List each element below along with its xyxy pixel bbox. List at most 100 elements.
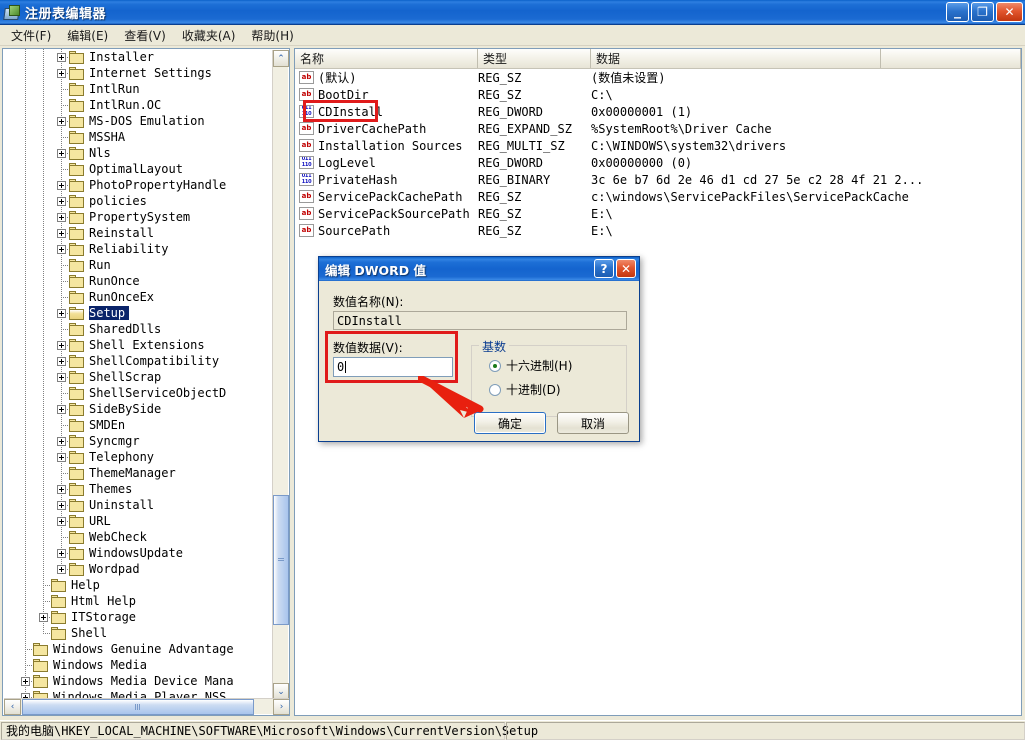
ok-button[interactable]: 确定	[474, 412, 546, 434]
minimize-button[interactable]: _	[946, 2, 969, 22]
column-header-1[interactable]: 类型	[478, 49, 591, 68]
table-row[interactable]: ab DriverCachePath REG_EXPAND_SZ %SystemRoo…	[295, 120, 1021, 137]
tree-node-23[interactable]: SMDEn	[3, 417, 273, 433]
tree-node-30[interactable]: WebCheck	[3, 529, 273, 545]
table-row[interactable]: ab Installation Sources REG_MULTI_SZ C:\WIN…	[295, 137, 1021, 154]
tree-node-16[interactable]: Setup	[3, 305, 273, 321]
tree-scroll-left-button[interactable]: ‹	[4, 699, 21, 715]
table-row[interactable]: ab ServicePackSourcePath REG_SZ E:\	[295, 205, 1021, 222]
tree-node-1[interactable]: Internet Settings	[3, 65, 273, 81]
expand-plus-icon[interactable]	[57, 148, 66, 158]
tree-node-28[interactable]: Uninstall	[3, 497, 273, 513]
tree-node-11[interactable]: Reinstall	[3, 225, 273, 241]
tree-node-21[interactable]: ShellServiceObjectD	[3, 385, 273, 401]
tree-node-24[interactable]: Syncmgr	[3, 433, 273, 449]
dialog-help-button[interactable]: ?	[594, 259, 614, 278]
tree-node-12[interactable]: Reliability	[3, 241, 273, 257]
tree-node-10[interactable]: PropertySystem	[3, 209, 273, 225]
menu-item-0[interactable]: 文件(F)	[3, 25, 59, 46]
table-row[interactable]: ab SourcePath REG_SZ E:\	[295, 222, 1021, 239]
table-row[interactable]: ab BootDir REG_SZ C:\	[295, 86, 1021, 103]
tree-node-37[interactable]: Windows Genuine Advantage	[3, 641, 273, 657]
tree-scroll-right-button[interactable]: ›	[273, 699, 289, 715]
tree-node-15[interactable]: RunOnceEx	[3, 289, 273, 305]
menu-item-3[interactable]: 收藏夹(A)	[174, 25, 244, 46]
tree-node-32[interactable]: Wordpad	[3, 561, 273, 577]
expand-plus-icon[interactable]	[57, 212, 66, 222]
registry-tree-panel[interactable]: Installer Internet Settings IntlRun IntlRun…	[2, 48, 290, 716]
tree-node-26[interactable]: ThemeManager	[3, 465, 273, 481]
expand-plus-icon[interactable]	[57, 340, 66, 350]
table-row[interactable]: 011 110 PrivateHash REG_BINARY 3c 6e b7 6d 2…	[295, 171, 1021, 188]
tree-node-17[interactable]: SharedDlls	[3, 321, 273, 337]
menu-item-4[interactable]: 帮助(H)	[243, 25, 301, 46]
registry-values-list[interactable]: ab (默认) REG_SZ (数值未设置) ab BootDir REG_SZ C:\ 011…	[295, 69, 1021, 239]
tree-node-13[interactable]: Run	[3, 257, 273, 273]
expand-plus-icon[interactable]	[57, 516, 66, 526]
tree-node-29[interactable]: URL	[3, 513, 273, 529]
expand-plus-icon[interactable]	[57, 244, 66, 254]
tree-node-36[interactable]: Shell	[3, 625, 273, 641]
value-name-input[interactable]: CDInstall	[333, 311, 627, 330]
expand-plus-icon[interactable]	[57, 452, 66, 462]
tree-scroll-thumb[interactable]	[273, 495, 289, 625]
tree-vertical-scrollbar[interactable]: ⌃ ⌄	[272, 50, 289, 700]
expand-plus-icon[interactable]	[57, 564, 66, 574]
expand-plus-icon[interactable]	[57, 52, 66, 62]
expand-plus-icon[interactable]	[57, 548, 66, 558]
expand-plus-icon[interactable]	[57, 68, 66, 78]
expand-plus-icon[interactable]	[57, 436, 66, 446]
tree-node-35[interactable]: ITStorage	[3, 609, 273, 625]
radio-decimal[interactable]: 十进制(D)	[489, 381, 561, 398]
dialog-close-button[interactable]: ✕	[616, 259, 636, 278]
menu-item-1[interactable]: 编辑(E)	[59, 25, 116, 46]
tree-node-19[interactable]: ShellCompatibility	[3, 353, 273, 369]
tree-node-7[interactable]: OptimalLayout	[3, 161, 273, 177]
tree-node-14[interactable]: RunOnce	[3, 273, 273, 289]
tree-node-34[interactable]: Html Help	[3, 593, 273, 609]
tree-scroll-up-button[interactable]: ⌃	[273, 50, 289, 67]
tree-node-27[interactable]: Themes	[3, 481, 273, 497]
restore-button[interactable]: ❐	[971, 2, 994, 22]
table-row[interactable]: 011 110 LogLevel REG_DWORD 0x00000000 (0)	[295, 154, 1021, 171]
tree-node-4[interactable]: MS-DOS Emulation	[3, 113, 273, 129]
expand-plus-icon[interactable]	[57, 180, 66, 190]
column-header-0[interactable]: 名称	[295, 49, 478, 68]
tree-node-2[interactable]: IntlRun	[3, 81, 273, 97]
expand-plus-icon[interactable]	[39, 612, 48, 622]
expand-plus-icon[interactable]	[57, 308, 66, 318]
radio-decimal-indicator[interactable]	[489, 383, 501, 396]
tree-node-18[interactable]: Shell Extensions	[3, 337, 273, 353]
tree-horizontal-scrollbar[interactable]: ‹ ›	[4, 698, 289, 715]
radio-hexadecimal[interactable]: 十六进制(H)	[489, 357, 572, 374]
table-row[interactable]: 011 110 CDInstall REG_DWORD 0x00000001 (1)	[295, 103, 1021, 120]
tree-node-25[interactable]: Telephony	[3, 449, 273, 465]
menu-item-2[interactable]: 查看(V)	[116, 25, 174, 46]
table-row[interactable]: ab ServicePackCachePath REG_SZ c:\windows\S…	[295, 188, 1021, 205]
tree-node-5[interactable]: MSSHA	[3, 129, 273, 145]
expand-plus-icon[interactable]	[57, 116, 66, 126]
tree-node-33[interactable]: Help	[3, 577, 273, 593]
cancel-button[interactable]: 取消	[557, 412, 629, 434]
tree-node-6[interactable]: Nls	[3, 145, 273, 161]
expand-plus-icon[interactable]	[57, 372, 66, 382]
radio-hexadecimal-indicator[interactable]	[489, 359, 501, 372]
tree-hscroll-thumb[interactable]	[22, 699, 254, 715]
tree-node-3[interactable]: IntlRun.OC	[3, 97, 273, 113]
tree-node-22[interactable]: SideBySide	[3, 401, 273, 417]
close-button[interactable]: ✕	[996, 2, 1023, 22]
tree-node-8[interactable]: PhotoPropertyHandle	[3, 177, 273, 193]
tree-node-38[interactable]: Windows Media	[3, 657, 273, 673]
expand-plus-icon[interactable]	[57, 228, 66, 238]
value-data-input[interactable]: 0	[333, 357, 453, 377]
expand-plus-icon[interactable]	[57, 196, 66, 206]
column-header-2[interactable]: 数据	[591, 49, 881, 68]
tree-node-20[interactable]: ShellScrap	[3, 369, 273, 385]
expand-plus-icon[interactable]	[57, 500, 66, 510]
expand-plus-icon[interactable]	[21, 676, 30, 686]
expand-plus-icon[interactable]	[57, 356, 66, 366]
tree-node-9[interactable]: policies	[3, 193, 273, 209]
tree-node-0[interactable]: Installer	[3, 49, 273, 65]
expand-plus-icon[interactable]	[57, 404, 66, 414]
expand-plus-icon[interactable]	[57, 484, 66, 494]
